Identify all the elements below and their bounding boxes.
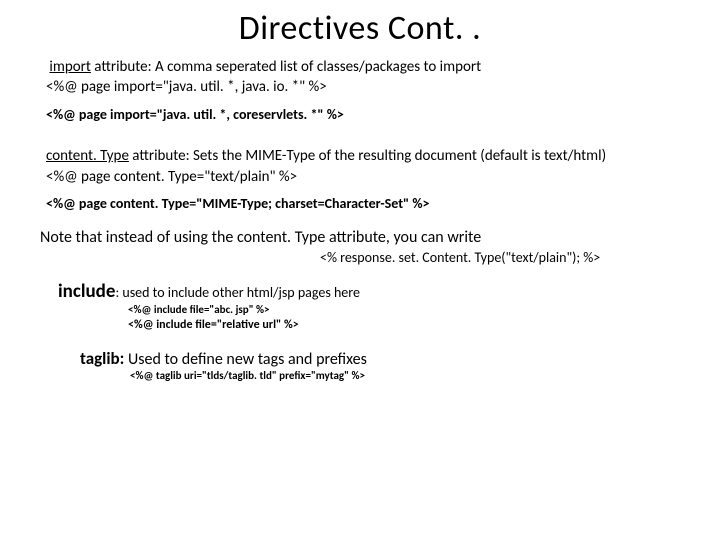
include-heading: include: used to include other html/jsp … bbox=[58, 280, 680, 303]
slide-title: Directives Cont. . bbox=[40, 8, 680, 49]
taglib-label: taglib: bbox=[80, 348, 124, 369]
import-code-1: <%@ page import="java. util. *, java. io… bbox=[46, 77, 680, 97]
include-code-1: <%@ include file="abc. jsp" %> bbox=[128, 303, 680, 318]
include-label: include bbox=[58, 280, 115, 303]
import-code-2: <%@ page import="java. util. *, coreserv… bbox=[46, 106, 680, 125]
import-desc: attribute: A comma seperated list of cla… bbox=[91, 58, 481, 76]
taglib-section: taglib: Used to define new tags and pref… bbox=[80, 348, 680, 384]
content-type-code-2: <%@ page content. Type="MIME-Type; chars… bbox=[46, 195, 680, 214]
content-type-label: content. Type bbox=[46, 147, 129, 165]
content-type-desc: attribute: Sets the MIME-Type of the res… bbox=[129, 147, 606, 165]
include-section: include: used to include other html/jsp … bbox=[58, 280, 680, 334]
note-line: Note that instead of using the content. … bbox=[40, 228, 680, 249]
slide-root: Directives Cont. . import attribute: A c… bbox=[0, 0, 720, 540]
include-code-2: <%@ include file="relative url" %> bbox=[128, 317, 680, 333]
taglib-desc: Used to define new tags and prefixes bbox=[124, 350, 367, 369]
import-label: import bbox=[49, 58, 90, 76]
import-attr-line: import attribute: A comma seperated list… bbox=[46, 57, 680, 77]
content-type-section: content. Type attribute: Sets the MIME-T… bbox=[46, 146, 680, 213]
content-type-code-1: <%@ page content. Type="text/plain" %> bbox=[46, 167, 680, 187]
import-section: import attribute: A comma seperated list… bbox=[46, 57, 680, 124]
include-desc: : used to include other html/jsp pages h… bbox=[115, 284, 360, 301]
taglib-heading: taglib: Used to define new tags and pref… bbox=[80, 348, 680, 369]
response-code: <% response. set. Content. Type("text/pl… bbox=[320, 249, 680, 266]
taglib-code-1: <%@ taglib uri="tlds/taglib. tld" prefix… bbox=[130, 369, 680, 384]
content-type-attr-line: content. Type attribute: Sets the MIME-T… bbox=[46, 146, 680, 166]
